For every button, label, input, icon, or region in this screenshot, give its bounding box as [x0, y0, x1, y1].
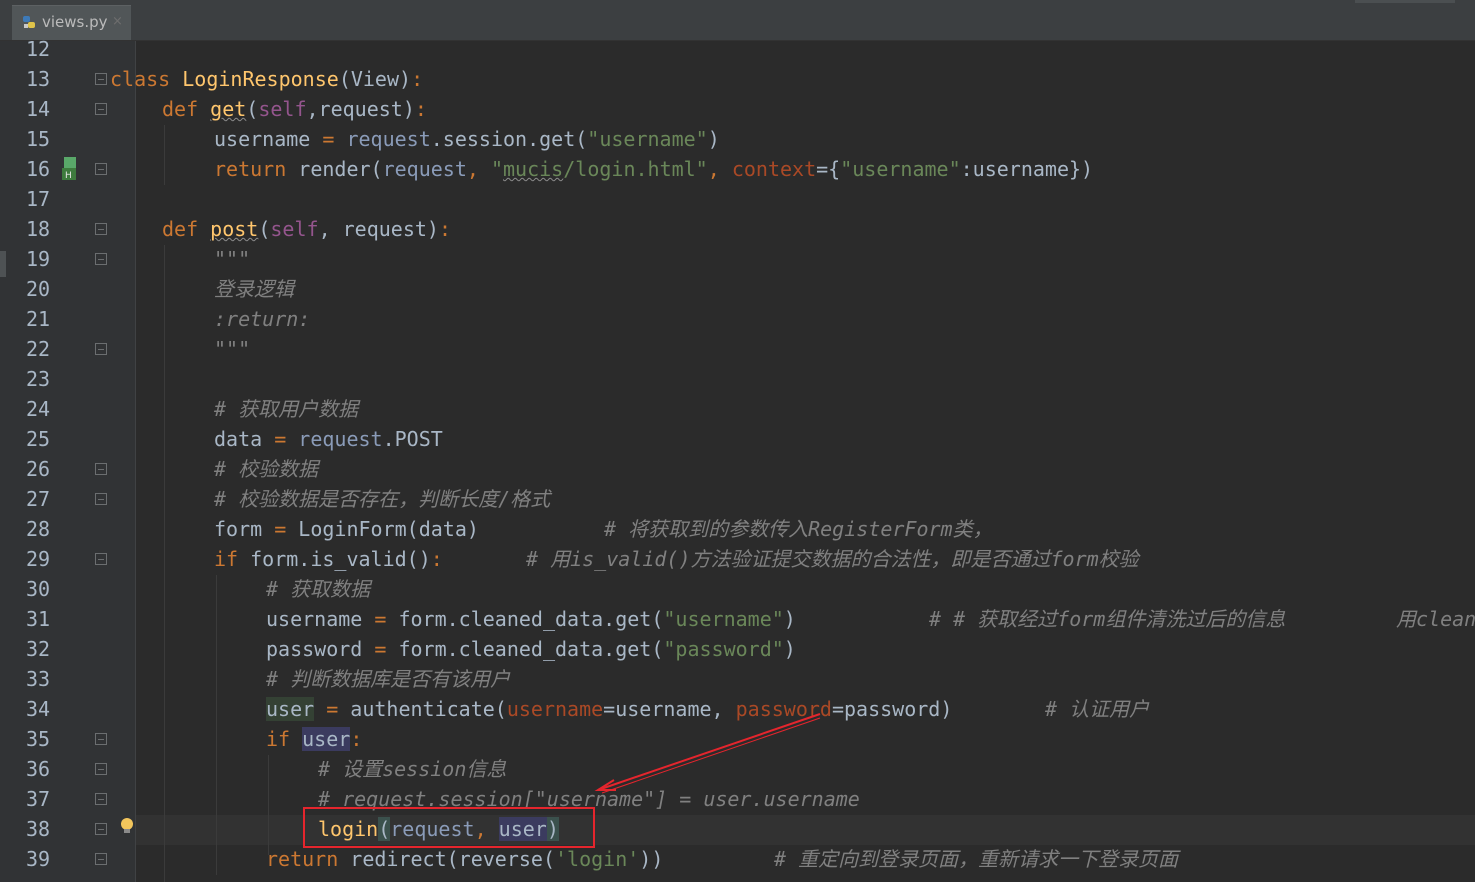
code-line-15: username = request.session.get("username… — [214, 127, 720, 151]
toolbar-widget — [1355, 0, 1455, 3]
code-line-18: def post(self, request): — [162, 217, 452, 241]
line-number: 25 — [26, 427, 51, 451]
fold-marker[interactable] — [95, 73, 107, 85]
tool-window-marker[interactable] — [0, 251, 6, 277]
line-number: 20 — [26, 277, 51, 301]
line-number: 29 — [26, 547, 51, 571]
indent-guide — [216, 575, 217, 875]
line-number: 15 — [26, 127, 51, 151]
code-line-30: # 获取数据 — [266, 577, 371, 601]
fold-marker[interactable] — [95, 853, 107, 865]
line-number: 24 — [26, 397, 51, 421]
line-number: 13 — [26, 67, 51, 91]
code-line-28-comment: # 将获取到的参数传入RegisterForm类， — [604, 517, 993, 541]
code-line-16: return render(request, "mucis/login.html… — [214, 157, 1094, 181]
code-line-31: username = form.cleaned_data.get("userna… — [266, 607, 796, 631]
python-file-icon — [23, 16, 35, 28]
code-line-39: return redirect(reverse('login')) — [266, 847, 664, 871]
code-line-20: 登录逻辑 — [214, 277, 294, 301]
code-line-26: # 校验数据 — [214, 457, 319, 481]
fold-marker[interactable] — [95, 733, 107, 745]
code-line-34: user = authenticate(username=username, p… — [266, 697, 953, 721]
fold-marker[interactable] — [95, 103, 107, 115]
line-number: 33 — [26, 667, 51, 691]
tab-close-icon[interactable]: × — [112, 14, 123, 29]
line-number: 35 — [26, 727, 51, 751]
code-line-34-comment: # 认证用户 — [1045, 697, 1150, 721]
editor-tab-bar: views.py × — [0, 0, 1475, 41]
tab-title: views.py — [42, 13, 108, 31]
line-number: 37 — [26, 787, 51, 811]
line-number: 19 — [26, 247, 51, 271]
annotation-highlight-box — [303, 807, 595, 848]
code-line-39-comment: # 重定向到登录页面，重新请求一下登录页面 — [774, 847, 1179, 871]
line-number: 30 — [26, 577, 51, 601]
code-line-21: :return: — [214, 307, 311, 331]
line-number: 31 — [26, 607, 51, 631]
line-number: 21 — [26, 307, 51, 331]
code-line-14: def get(self,request): — [162, 97, 427, 121]
code-line-36: # 设置session信息 — [318, 757, 507, 781]
fold-marker[interactable] — [95, 493, 107, 505]
fold-marker[interactable] — [95, 253, 107, 265]
code-line-32: password = form.cleaned_data.get("passwo… — [266, 637, 796, 661]
indent-guide — [164, 245, 165, 882]
code-line-33: # 判断数据库是否有该用户 — [266, 667, 511, 691]
line-number: 39 — [26, 847, 51, 871]
fold-marker[interactable] — [95, 463, 107, 475]
line-number: 14 — [26, 97, 51, 121]
code-line-13: class LoginResponse(View): — [110, 67, 424, 91]
line-number: 18 — [26, 217, 51, 241]
code-line-27: # 校验数据是否存在，判断长度/格式 — [214, 487, 551, 511]
left-tool-strip — [0, 41, 8, 882]
fold-marker[interactable] — [95, 823, 107, 835]
code-line-19: """ — [214, 247, 251, 271]
code-line-31-comment-overflow: 用clean — [1396, 607, 1475, 631]
line-number: 23 — [26, 367, 51, 391]
code-line-24: # 获取用户数据 — [214, 397, 359, 421]
line-number: 38 — [26, 817, 51, 841]
line-number: 28 — [26, 517, 51, 541]
code-line-29-comment: # 用is_valid()方法验证提交数据的合法性，即是否通过form校验 — [526, 547, 1139, 571]
line-number: 22 — [26, 337, 51, 361]
line-number: 32 — [26, 637, 51, 661]
indent-guide — [268, 755, 269, 855]
code-line-25: data = request.POST — [214, 427, 443, 451]
code-line-31-comment: # # 获取经过form组件清洗过后的信息 — [929, 607, 1286, 631]
line-number: 26 — [26, 457, 51, 481]
code-line-35: if user: — [266, 727, 363, 751]
svg-text:H: H — [65, 171, 72, 181]
line-number: 17 — [26, 187, 51, 211]
fold-marker[interactable] — [95, 223, 107, 235]
line-number: 36 — [26, 757, 51, 781]
fold-marker[interactable] — [95, 763, 107, 775]
line-number: 27 — [26, 487, 51, 511]
fold-marker[interactable] — [95, 793, 107, 805]
override-method-icon[interactable]: H — [60, 156, 82, 182]
code-line-22: """ — [214, 337, 251, 361]
indent-guide — [164, 125, 165, 185]
fold-marker[interactable] — [95, 163, 107, 175]
code-line-28: form = LoginForm(data) — [214, 517, 479, 541]
fold-marker[interactable] — [95, 343, 107, 355]
line-number: 12 — [26, 37, 51, 61]
lightbulb-icon[interactable] — [120, 817, 134, 837]
code-line-29: if form.is_valid(): — [214, 547, 443, 571]
fold-marker[interactable] — [95, 553, 107, 565]
line-number: 34 — [26, 697, 51, 721]
